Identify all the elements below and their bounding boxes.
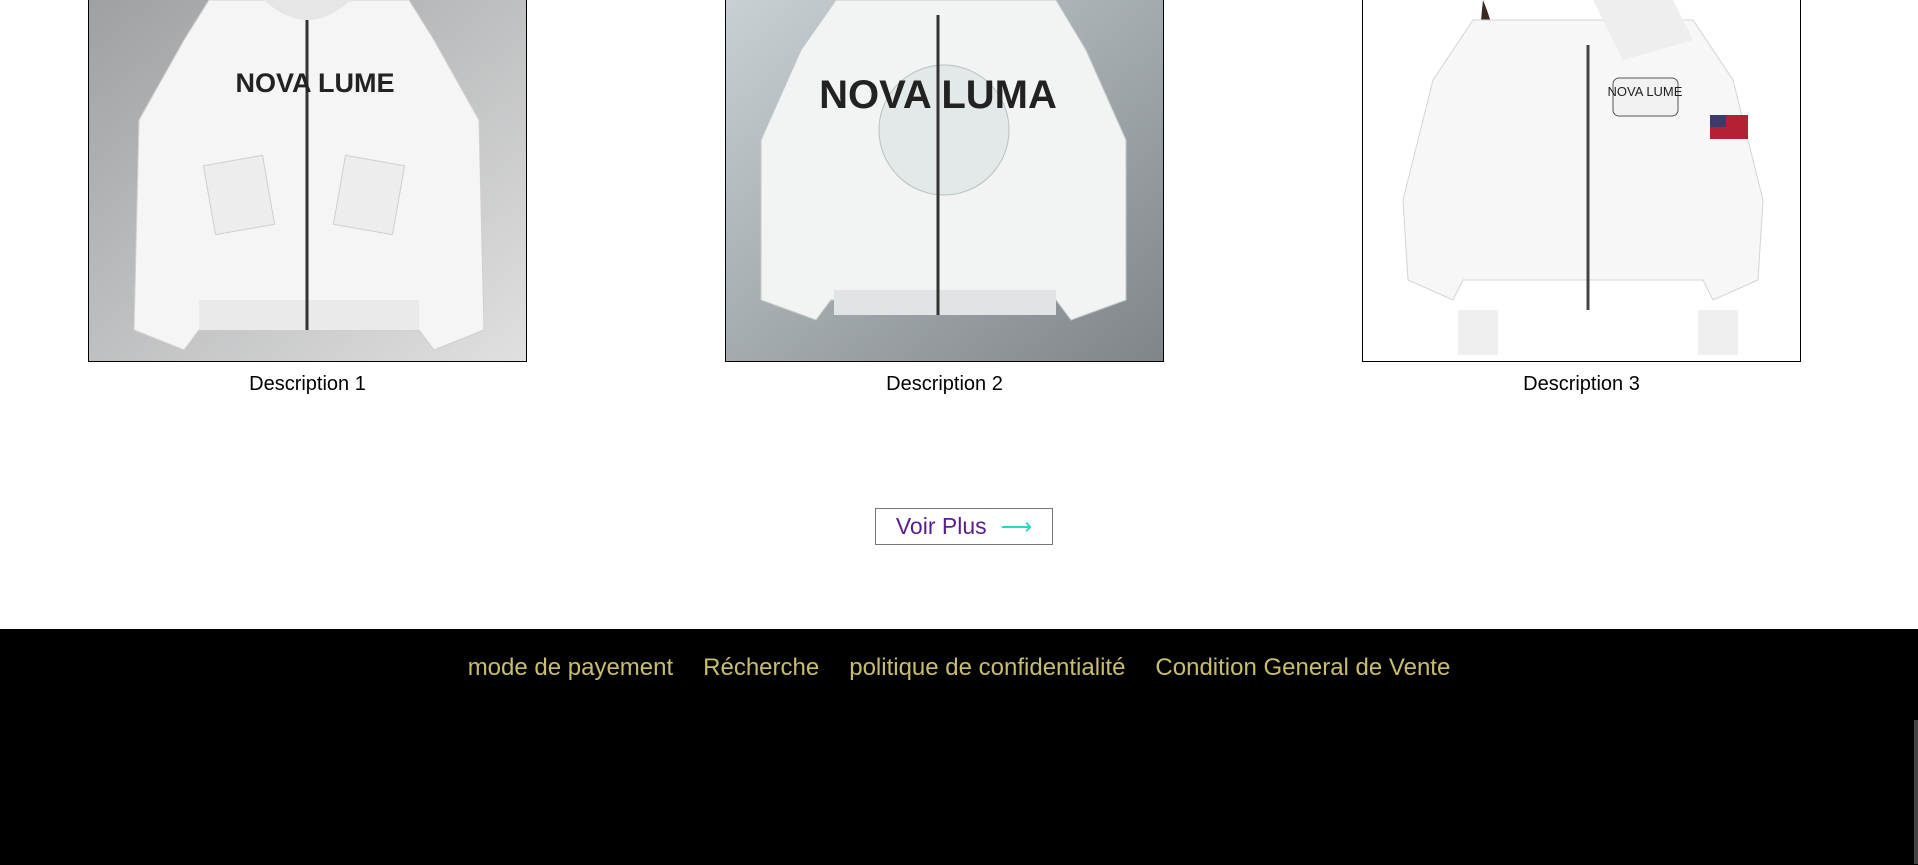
product-image-3[interactable]: NOVA LUME bbox=[1362, 0, 1801, 362]
footer-nav: mode de payement Récherche politique de … bbox=[0, 654, 1918, 682]
product-image-1[interactable]: NOVA LUME bbox=[88, 0, 527, 362]
product-brand-print: NOVA LUME bbox=[236, 68, 395, 98]
scrollbar-thumb[interactable] bbox=[1914, 720, 1918, 864]
footer-link-privacy[interactable]: politique de confidentialité bbox=[849, 654, 1125, 682]
product-brand-print: NOVA LUME bbox=[1608, 84, 1683, 99]
footer-link-search[interactable]: Récherche bbox=[703, 654, 819, 682]
product-caption: Description 2 bbox=[886, 373, 1003, 395]
product-grid: NOVA LUME Description 1 NOVA LUMA Descri… bbox=[0, 0, 1918, 420]
product-caption: Description 3 bbox=[1523, 373, 1640, 395]
voir-plus-label: Voir Plus bbox=[895, 513, 987, 539]
footer-link-terms[interactable]: Condition General de Vente bbox=[1155, 654, 1450, 682]
product-caption: Description 1 bbox=[249, 373, 366, 395]
arrow-right-icon: ⟶ bbox=[1000, 513, 1033, 539]
site-footer: mode de payement Récherche politique de … bbox=[0, 629, 1918, 865]
footer-link-payment[interactable]: mode de payement bbox=[468, 654, 673, 682]
voir-plus-button[interactable]: Voir Plus ⟶ bbox=[875, 508, 1053, 545]
product-image-2[interactable]: NOVA LUMA bbox=[725, 0, 1164, 362]
product-brand-print: NOVA LUMA bbox=[819, 73, 1057, 117]
